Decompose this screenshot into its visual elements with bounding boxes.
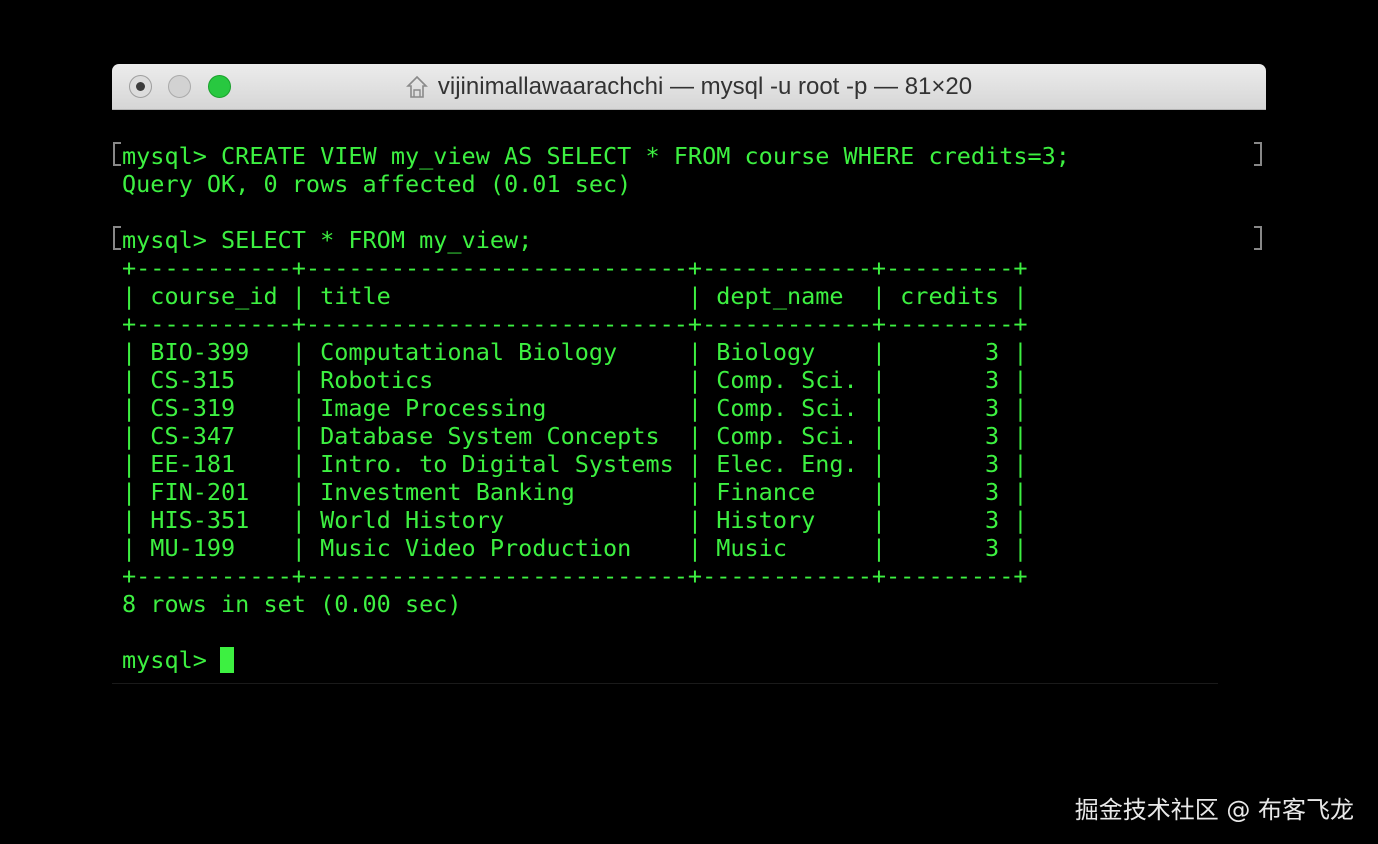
window-title: vijinimallawaarachchi — mysql -u root -p… (437, 73, 973, 100)
table-border-bottom: +-----------+---------------------------… (122, 562, 1028, 590)
table-row: | CS-347 | Database System Concepts | Co… (122, 422, 1028, 450)
window-title-wrap: vijinimallawaarachchi — mysql -u root -p… (112, 64, 1266, 109)
mark-bracket-left (113, 142, 121, 166)
table-border-top: +-----------+---------------------------… (122, 254, 1028, 282)
terminal-line-query-ok: Query OK, 0 rows affected (0.01 sec) (122, 170, 632, 198)
terminal-line-select: mysql> SELECT * FROM my_view; (122, 226, 533, 254)
table-border-header: +-----------+---------------------------… (122, 310, 1028, 338)
divider (112, 683, 1218, 684)
terminal-window: vijinimallawaarachchi — mysql -u root -p… (112, 64, 1266, 686)
mark-bracket-right (1254, 142, 1262, 166)
mark-bracket-left (113, 226, 121, 250)
table-row: | FIN-201 | Investment Banking | Finance… (122, 478, 1028, 506)
home-folder-icon (405, 75, 428, 98)
table-row: | CS-315 | Robotics | Comp. Sci. | 3 | (122, 366, 1028, 394)
watermark-text: 掘金技术社区 @ 布客飞龙 (1074, 796, 1354, 824)
table-header-row: | course_id | title | dept_name | credit… (122, 282, 1028, 310)
terminal-line-rows-in-set: 8 rows in set (0.00 sec) (122, 590, 462, 618)
table-row: | MU-199 | Music Video Production | Musi… (122, 534, 1028, 562)
text-cursor (220, 647, 234, 673)
terminal-output[interactable]: mysql> CREATE VIEW my_view AS SELECT * F… (112, 110, 1266, 686)
table-row: | CS-319 | Image Processing | Comp. Sci.… (122, 394, 1028, 422)
terminal-line-create-view: mysql> CREATE VIEW my_view AS SELECT * F… (122, 142, 1070, 170)
terminal-prompt[interactable]: mysql> (122, 646, 221, 674)
mark-bracket-right (1254, 226, 1262, 250)
title-bar[interactable]: vijinimallawaarachchi — mysql -u root -p… (112, 64, 1266, 110)
table-row: | EE-181 | Intro. to Digital Systems | E… (122, 450, 1028, 478)
table-row: | BIO-399 | Computational Biology | Biol… (122, 338, 1028, 366)
table-row: | HIS-351 | World History | History | 3 … (122, 506, 1028, 534)
